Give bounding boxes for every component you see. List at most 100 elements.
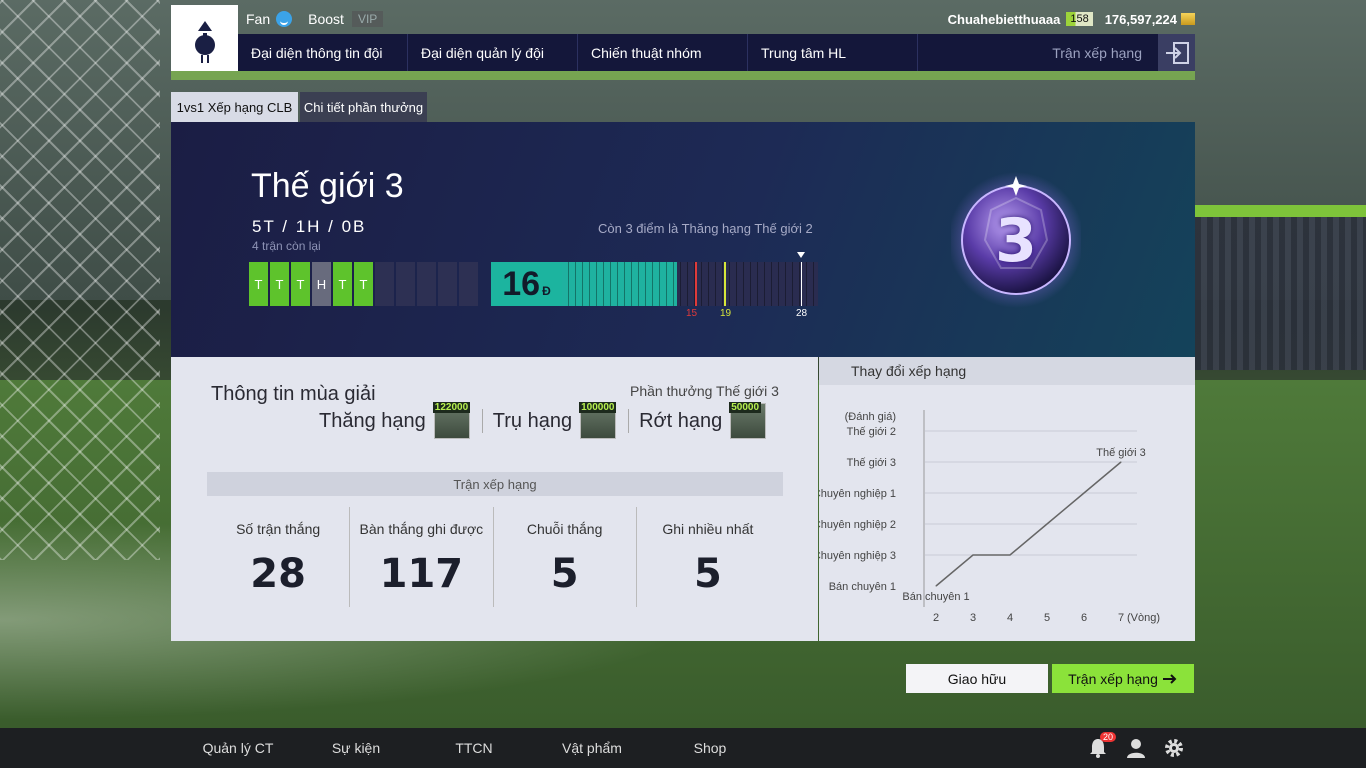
match-result-6: T — [354, 262, 373, 306]
bottom-icons: 20 — [1086, 732, 1186, 760]
fan-label[interactable]: Fan — [246, 11, 270, 27]
stat-label: Chuỗi thắng — [526, 521, 603, 537]
match-result-5: T — [333, 262, 352, 306]
match-result-11 — [459, 262, 478, 306]
match-result-2: T — [270, 262, 289, 306]
ranked-match-button[interactable]: Trận xếp hạng — [1052, 664, 1194, 693]
cockerel-crest-icon — [194, 21, 215, 63]
y-axis-label: (Đánh giá) — [845, 411, 896, 423]
stadium-roof — [171, 70, 1195, 80]
reward-label: Thăng hạng — [319, 409, 426, 432]
target-pointer-icon — [797, 252, 805, 258]
notification-count: 20 — [1099, 732, 1116, 742]
x-tick-label: 2 — [933, 612, 939, 624]
fan-smiley-icon[interactable] — [276, 11, 293, 27]
rank-history-title: Thay đổi xếp hạng — [819, 357, 1195, 385]
stat-value: 5 — [693, 551, 722, 597]
coin-icon — [1181, 13, 1195, 25]
match-result-8 — [396, 262, 415, 306]
stat-wins: Số trận thắng 28 — [207, 507, 351, 607]
nav-team-info[interactable]: Đại diện thông tin đội — [238, 34, 408, 71]
y-tick-label: Chuyên nghiệp 2 — [819, 519, 896, 531]
friendly-match-button[interactable]: Giao hữu — [906, 664, 1048, 693]
tab-reward-details[interactable]: Chi tiết phần thưởng — [300, 92, 427, 122]
y-tick-label: Thế giới 3 — [847, 457, 896, 469]
promotion-info: Còn 3 điểm là Thăng hạng Thế giới 2 — [598, 221, 813, 236]
tab-club-ranked[interactable]: 1vs1 Xếp hạng CLB — [171, 92, 298, 122]
profile-button[interactable] — [1124, 736, 1148, 760]
reward-title: Phần thưởng Thế giới 3 — [630, 383, 779, 399]
match-result-10 — [438, 262, 457, 306]
points-segments — [562, 262, 818, 306]
divider — [628, 409, 630, 433]
stat-label: Bàn thắng ghi được — [359, 521, 484, 537]
x-tick-label: 6 — [1081, 612, 1087, 624]
exit-icon — [1165, 41, 1189, 64]
divider — [481, 409, 483, 433]
rank-point-6 — [1120, 461, 1122, 463]
marker-line-19 — [724, 262, 726, 306]
rank-point-2 — [972, 554, 974, 556]
vip-badge[interactable]: VIP — [351, 11, 384, 27]
reward-amount: 50000 — [729, 402, 762, 413]
goal-net — [0, 0, 160, 560]
start-annotation: Bán chuyên 1 — [902, 591, 969, 603]
reward-row: Thăng hạng 122000 Trụ hạng 100000 Rớt hạ… — [319, 402, 778, 439]
notifications-button[interactable]: 20 — [1086, 732, 1116, 760]
end-annotation: Thế giới 3 — [1096, 447, 1145, 459]
boost-label[interactable]: Boost — [308, 11, 344, 27]
bottom-item-squad[interactable]: Quản lý CT — [179, 740, 297, 756]
stadium-stand — [1195, 210, 1366, 370]
match-result-9 — [417, 262, 436, 306]
coin-chest-icon: 50000 — [729, 402, 767, 439]
nav-training-center[interactable]: Trung tâm HL — [748, 34, 918, 71]
marker-label-19: 19 — [720, 308, 732, 319]
points-progress-bar: 16 Đ — [491, 262, 818, 306]
user-icon — [1127, 739, 1145, 758]
reward-maintain[interactable]: Trụ hạng 100000 — [492, 402, 628, 439]
stat-value: 117 — [379, 551, 464, 597]
y-tick-label: Thế giới 2 — [847, 426, 896, 438]
points-unit: Đ — [542, 284, 551, 298]
rank-point-5 — [1083, 492, 1085, 494]
marker-line-28 — [801, 262, 802, 306]
bottom-item-events[interactable]: Sự kiện — [297, 740, 415, 756]
level-badge: 158 — [1066, 12, 1093, 26]
season-stats: Số trận thắng 28 Bàn thắng ghi được 117 … — [207, 507, 779, 607]
settings-button[interactable] — [1162, 736, 1186, 760]
stat-label: Ghi nhiều nhất — [662, 521, 754, 537]
reward-amount: 100000 — [579, 402, 617, 413]
rank-panel: Thế giới 3 5T / 1H / 0B 4 trận còn lại C… — [171, 122, 1195, 357]
stadium-roof-right — [1195, 205, 1366, 217]
nav-team-manager[interactable]: Đại diện quản lý đội — [408, 34, 578, 71]
stat-label: Số trận thắng — [236, 521, 321, 537]
coin-balance: 176,597,224 — [1104, 11, 1177, 27]
club-logo[interactable] — [171, 5, 238, 71]
reward-relegation[interactable]: Rớt hạng 50000 — [639, 402, 778, 439]
y-tick-label: Bán chuyên 1 — [829, 581, 896, 593]
y-tick-label: Chuyên nghiệp 1 — [819, 488, 896, 500]
bottom-item-shop[interactable]: Shop — [651, 740, 769, 756]
x-tick-label: 4 — [1007, 612, 1013, 624]
points-value: 16 — [502, 264, 541, 303]
reward-promotion[interactable]: Thăng hạng 122000 — [319, 402, 482, 439]
stat-win-streak: Chuỗi thắng 5 — [494, 507, 637, 607]
rank-history-chart: Bán chuyên 1 Chuyên nghiệp 3 Chuyên nghiệp… — [819, 410, 1160, 624]
ranked-stats-header: Trận xếp hạng — [207, 472, 783, 496]
x-axis-label: (Vòng) — [1127, 612, 1160, 624]
rank-badge: 3 — [948, 170, 1084, 310]
rank-point-1 — [935, 585, 937, 587]
reward-label: Trụ hạng — [492, 409, 573, 432]
match-result-4: H — [312, 262, 331, 306]
bottom-item-transfer[interactable]: TTCN — [415, 740, 533, 756]
gear-icon — [1165, 739, 1183, 757]
nav-team-tactics[interactable]: Chiến thuật nhóm — [578, 34, 748, 71]
x-tick-label: 7 — [1118, 612, 1124, 624]
bottom-item-items[interactable]: Vật phẩm — [533, 740, 651, 756]
coin-chest-icon: 100000 — [579, 402, 617, 439]
arrow-right-icon — [1162, 673, 1177, 684]
reward-amount: 122000 — [432, 402, 471, 413]
match-record: 5T / 1H / 0B — [252, 217, 367, 236]
rank-point-3 — [1009, 554, 1011, 556]
exit-button[interactable] — [1158, 34, 1195, 71]
